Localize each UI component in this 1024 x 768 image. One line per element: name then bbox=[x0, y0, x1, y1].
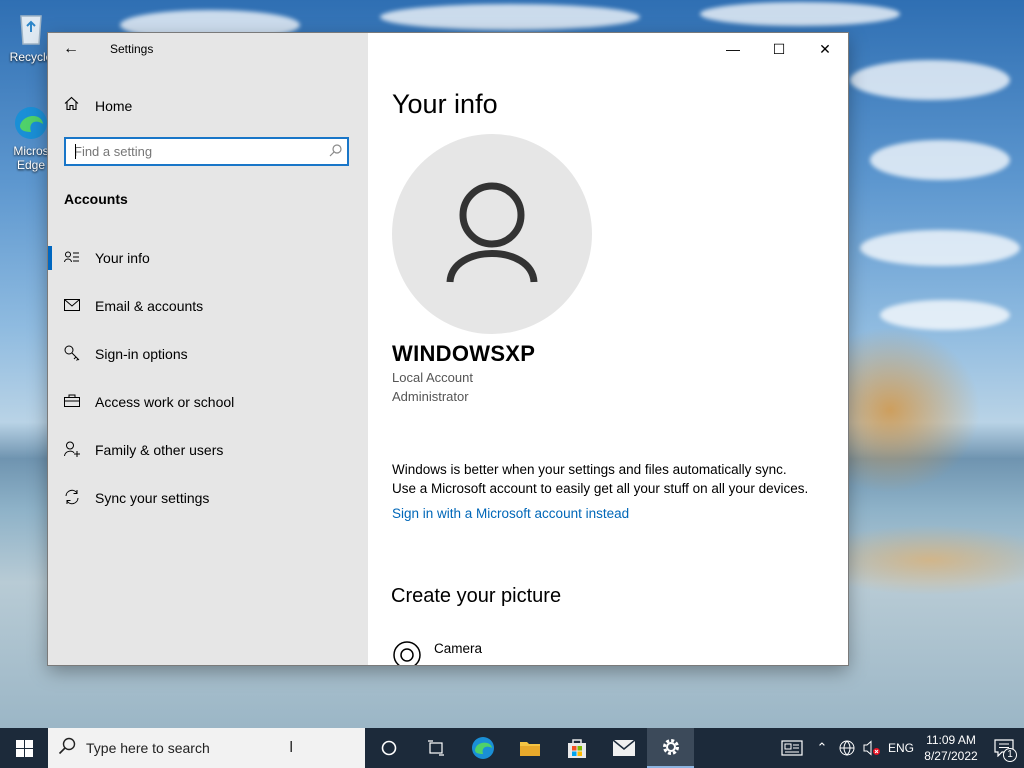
clock[interactable]: 11:09 AM 8/27/2022 bbox=[918, 732, 984, 764]
main-content: — ☐ ✕ Your info WINDOWSXP Local Account … bbox=[368, 33, 848, 665]
nav-item-sync-settings[interactable]: Sync your settings bbox=[48, 474, 368, 522]
close-icon: ✕ bbox=[819, 40, 831, 57]
page-title: Your info bbox=[392, 89, 498, 119]
maximize-button[interactable]: ☐ bbox=[756, 33, 802, 65]
settings-taskbar-button[interactable] bbox=[647, 728, 694, 768]
news-button[interactable] bbox=[774, 728, 810, 768]
desktop-icon-label: Recycle bbox=[9, 50, 53, 64]
start-button[interactable] bbox=[0, 728, 48, 768]
system-tray: ⌃ ENG 11:09 AM 8/27/2022 1 bbox=[774, 728, 1024, 768]
nav-item-label: Your info bbox=[95, 250, 150, 266]
sync-text-line: Use a Microsoft account to easily get al… bbox=[392, 480, 809, 496]
default-user-icon bbox=[446, 182, 538, 283]
nav-item-label: Sync your settings bbox=[95, 490, 210, 506]
nav-item-your-info[interactable]: Your info bbox=[48, 234, 368, 282]
back-button[interactable]: ← bbox=[48, 33, 94, 65]
maximize-icon: ☐ bbox=[772, 40, 786, 57]
text-caret bbox=[75, 144, 76, 159]
clock-date: 8/27/2022 bbox=[924, 749, 978, 763]
accounts-nav-list: Your info Email & accounts Sign-in optio… bbox=[48, 234, 368, 522]
store-icon bbox=[567, 739, 586, 758]
camera-option[interactable]: Camera bbox=[392, 637, 482, 665]
account-role: Administrator bbox=[392, 389, 469, 404]
nav-item-family-other-users[interactable]: Family & other users bbox=[48, 426, 368, 474]
minimize-button[interactable]: — bbox=[710, 33, 756, 65]
account-type: Local Account bbox=[392, 370, 473, 385]
input-language-indicator[interactable]: ENG bbox=[884, 741, 918, 755]
network-button[interactable] bbox=[834, 728, 860, 768]
cortana-button[interactable] bbox=[365, 728, 412, 768]
volume-muted-icon bbox=[863, 740, 880, 756]
folder-icon bbox=[519, 742, 540, 756]
nav-item-label: Family & other users bbox=[95, 442, 224, 458]
text-cursor-icon: I bbox=[289, 739, 294, 756]
desktop-icon-label: Micros Edge bbox=[13, 144, 49, 172]
action-center-button[interactable]: 1 bbox=[984, 728, 1024, 768]
camera-icon bbox=[393, 641, 421, 665]
settings-search-box[interactable] bbox=[64, 137, 349, 166]
taskbar-edge-button[interactable] bbox=[459, 728, 506, 768]
search-icon[interactable] bbox=[323, 143, 347, 160]
search-icon bbox=[48, 737, 86, 760]
section-heading: Accounts bbox=[64, 191, 128, 207]
nav-home-label: Home bbox=[95, 97, 133, 114]
camera-label: Camera bbox=[434, 641, 483, 656]
settings-search-input[interactable] bbox=[66, 143, 323, 160]
chevron-up-icon: ⌃ bbox=[816, 740, 828, 755]
task-view-icon bbox=[427, 740, 444, 756]
microsoft-store-button[interactable] bbox=[553, 728, 600, 768]
briefcase-icon bbox=[64, 394, 82, 410]
notification-count-badge: 1 bbox=[1003, 748, 1017, 762]
sync-description: Windows is better when your settings and… bbox=[392, 461, 842, 498]
nav-item-label: Access work or school bbox=[95, 394, 235, 410]
title-bar: ← Settings bbox=[48, 33, 368, 65]
gear-icon bbox=[662, 739, 679, 755]
taskbar-search-box[interactable]: Type here to search I bbox=[48, 728, 365, 768]
window-controls: — ☐ ✕ bbox=[710, 33, 848, 65]
taskbar: Type here to search I ⌃ ENG 11:09 AM 8/2… bbox=[0, 728, 1024, 768]
file-explorer-button[interactable] bbox=[506, 728, 553, 768]
mail-icon bbox=[612, 739, 635, 756]
settings-sidebar: ← Settings Home Accounts Your info bbox=[48, 33, 368, 665]
close-button[interactable]: ✕ bbox=[802, 33, 848, 65]
nav-home[interactable]: Home bbox=[64, 96, 132, 115]
nav-item-label: Sign-in options bbox=[95, 346, 188, 362]
person-add-icon bbox=[64, 441, 82, 460]
nav-item-label: Email & accounts bbox=[95, 298, 204, 314]
cortana-icon bbox=[381, 740, 396, 756]
microsoft-signin-link[interactable]: Sign in with a Microsoft account instead bbox=[392, 506, 629, 521]
show-hidden-icons-button[interactable]: ⌃ bbox=[810, 728, 834, 768]
person-card-icon bbox=[64, 251, 82, 266]
clock-time: 11:09 AM bbox=[926, 733, 976, 747]
nav-item-email-accounts[interactable]: Email & accounts bbox=[48, 282, 368, 330]
mail-icon bbox=[64, 298, 82, 314]
sync-icon bbox=[64, 489, 82, 508]
network-globe-icon bbox=[839, 740, 855, 756]
volume-button[interactable] bbox=[860, 728, 884, 768]
edge-icon bbox=[471, 737, 494, 759]
sync-text-line: Windows is better when your settings and… bbox=[392, 462, 787, 477]
nav-item-sign-in-options[interactable]: Sign-in options bbox=[48, 330, 368, 378]
user-name: WINDOWSXP bbox=[392, 341, 536, 366]
minimize-icon: — bbox=[726, 41, 740, 57]
news-icon bbox=[781, 740, 803, 756]
window-title: Settings bbox=[110, 42, 154, 56]
mail-button[interactable] bbox=[600, 728, 647, 768]
arrow-left-icon: ← bbox=[63, 40, 79, 57]
task-view-button[interactable] bbox=[412, 728, 459, 768]
recycle-bin-icon bbox=[12, 10, 50, 48]
edge-icon bbox=[12, 104, 50, 142]
create-picture-heading: Create your picture bbox=[391, 585, 562, 607]
home-icon bbox=[64, 96, 80, 115]
key-icon bbox=[64, 345, 82, 364]
nav-item-access-work-school[interactable]: Access work or school bbox=[48, 378, 368, 426]
avatar bbox=[392, 134, 592, 334]
taskbar-search-placeholder: Type here to search bbox=[86, 740, 210, 756]
settings-window: ← Settings Home Accounts Your info bbox=[48, 33, 848, 665]
windows-logo-icon bbox=[15, 739, 33, 757]
